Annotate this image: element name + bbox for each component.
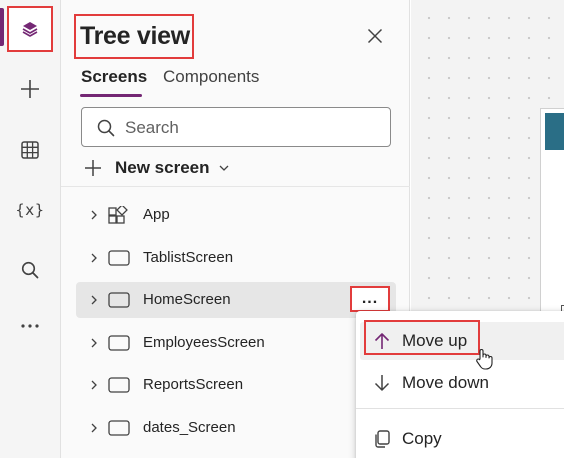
arrow-down-icon bbox=[374, 375, 390, 391]
tab-components[interactable]: Components bbox=[163, 67, 259, 87]
chevron-right-icon[interactable] bbox=[88, 294, 100, 306]
menu-separator bbox=[356, 408, 564, 409]
tree-item-label: TablistScreen bbox=[143, 249, 234, 266]
search-icon bbox=[97, 119, 115, 137]
context-menu: Move up Move down Copy bbox=[356, 311, 564, 458]
variable-icon: {x} bbox=[15, 201, 45, 219]
menu-item-label: Move down bbox=[402, 373, 489, 392]
plus-icon bbox=[21, 80, 39, 98]
tree-item-label: dates_Screen bbox=[143, 419, 236, 436]
chevron-right-icon[interactable] bbox=[88, 209, 100, 221]
hand-cursor-icon bbox=[476, 349, 493, 370]
chevron-right-icon[interactable] bbox=[88, 252, 100, 264]
rail-data-button[interactable] bbox=[10, 130, 50, 170]
tree-item-label: EmployeesScreen bbox=[143, 334, 265, 351]
plus-icon bbox=[85, 160, 101, 176]
menu-item-label: Copy bbox=[402, 429, 442, 448]
app-icon bbox=[108, 206, 128, 224]
search-placeholder: Search bbox=[125, 118, 179, 137]
tab-screens[interactable]: Screens bbox=[81, 67, 147, 87]
menu-item-copy[interactable]: Copy bbox=[360, 420, 564, 458]
screen-header-preview bbox=[545, 113, 564, 150]
chevron-right-icon[interactable] bbox=[88, 337, 100, 349]
chevron-right-icon[interactable] bbox=[88, 422, 100, 434]
menu-item-move-down[interactable]: Move down bbox=[360, 364, 564, 402]
search-icon bbox=[21, 261, 39, 279]
copy-icon bbox=[375, 430, 390, 448]
more-options-button[interactable]: ... bbox=[350, 286, 390, 312]
tree-item-employeesscreen[interactable]: EmployeesScreen bbox=[76, 325, 396, 361]
rail-search-button[interactable] bbox=[10, 250, 50, 290]
search-input[interactable]: Search bbox=[81, 107, 391, 147]
tree-item-label: HomeScreen bbox=[143, 291, 231, 308]
tree-item-homescreen[interactable]: HomeScreen ... bbox=[76, 282, 396, 318]
tree-item-app[interactable]: App bbox=[76, 197, 396, 233]
panel-title: Tree view bbox=[80, 22, 190, 50]
close-panel-button[interactable] bbox=[363, 24, 387, 48]
tree-item-label: ReportsScreen bbox=[143, 376, 244, 393]
tree-item-reportsscreen[interactable]: ReportsScreen bbox=[76, 367, 396, 403]
tree-item-tablistscreen[interactable]: TablistScreen bbox=[76, 240, 396, 276]
rail-active-indicator bbox=[0, 8, 4, 46]
rail-insert-button[interactable] bbox=[10, 69, 50, 109]
tree-item-label: App bbox=[143, 206, 170, 223]
screen-icon bbox=[108, 377, 130, 393]
tree-item-dates-screen[interactable]: dates_Screen bbox=[76, 410, 396, 446]
chevron-right-icon[interactable] bbox=[88, 379, 100, 391]
new-screen-label: New screen bbox=[115, 158, 210, 177]
layers-icon bbox=[22, 22, 38, 37]
screen-icon bbox=[108, 292, 130, 308]
move-up-highlight bbox=[364, 320, 480, 355]
screen-icon bbox=[108, 250, 130, 266]
table-icon bbox=[21, 141, 39, 159]
left-rail: {x} bbox=[0, 0, 61, 458]
more-icon bbox=[21, 324, 39, 328]
screen-icon bbox=[108, 335, 130, 351]
active-tab-indicator bbox=[80, 94, 142, 97]
rail-tree-view-button[interactable] bbox=[7, 6, 53, 52]
power-apps-studio: {x} Tree view Screens Components Search … bbox=[0, 0, 564, 458]
screen-icon bbox=[108, 420, 130, 436]
rail-variables-button[interactable]: {x} bbox=[10, 190, 50, 230]
chevron-down-icon bbox=[219, 165, 228, 171]
divider bbox=[61, 186, 410, 187]
new-screen-button[interactable]: New screen bbox=[83, 155, 230, 181]
close-icon bbox=[367, 28, 383, 44]
rail-more-button[interactable] bbox=[10, 306, 50, 346]
